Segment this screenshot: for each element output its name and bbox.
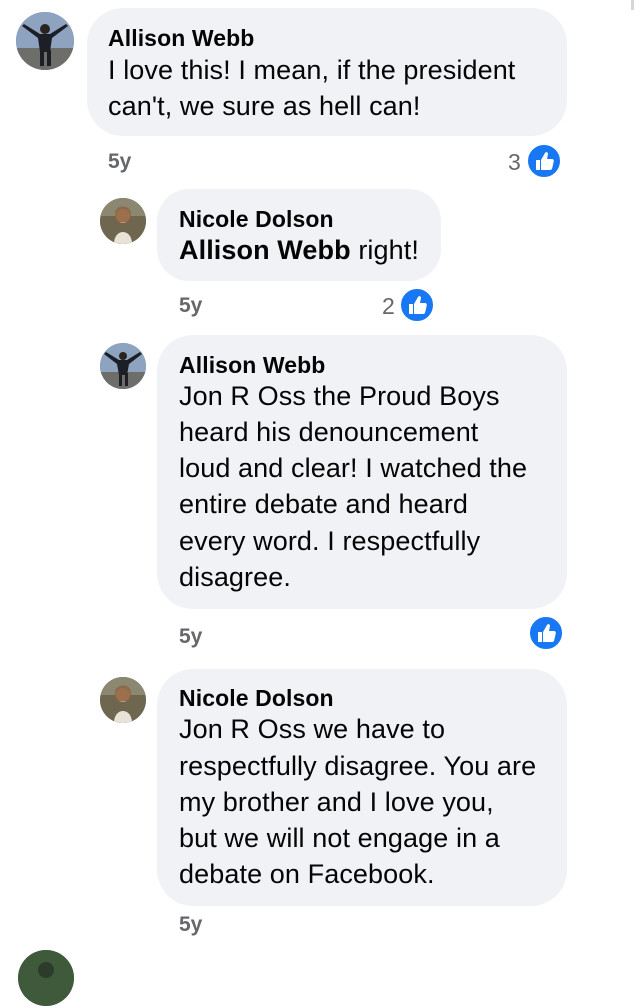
- comment-author[interactable]: Nicole Dolson: [179, 685, 334, 712]
- mention-link[interactable]: Allison Webb: [179, 235, 351, 265]
- comment-text-line: Jon R Oss the Proud Boys: [179, 381, 500, 411]
- comment-timestamp[interactable]: 5y: [108, 150, 131, 174]
- avatar[interactable]: [16, 12, 74, 70]
- reaction-count[interactable]: 2: [382, 293, 395, 320]
- comment-text-line: my brother and I love you,: [179, 787, 494, 817]
- avatar[interactable]: [100, 198, 146, 244]
- comment-timestamp[interactable]: 5y: [179, 913, 202, 937]
- reaction-count[interactable]: 3: [508, 149, 521, 176]
- comment-text-line: heard his denouncement: [179, 417, 479, 447]
- comment-author[interactable]: Nicole Dolson: [179, 206, 334, 233]
- comment-text-line: Jon R Oss we have to: [179, 714, 446, 744]
- comment-text-line: I love this! I mean, if the president: [108, 55, 516, 85]
- comment-text-line: but we will not engage in a: [179, 823, 500, 853]
- comment-text-line: loud and clear! I watched the: [179, 453, 528, 483]
- like-icon[interactable]: [526, 143, 562, 179]
- profile-photo-icon: [100, 677, 146, 723]
- comment-text-line: every word. I respectfully: [179, 526, 481, 556]
- avatar[interactable]: [18, 950, 74, 1006]
- profile-photo-icon: [16, 12, 74, 70]
- comment-text-line: respectfully disagree. You are: [179, 751, 537, 781]
- avatar[interactable]: [100, 343, 146, 389]
- like-icon[interactable]: [528, 615, 564, 651]
- comment-text-line: can't, we sure as hell can!: [108, 91, 421, 121]
- comment-text-line: debate on Facebook.: [179, 859, 435, 889]
- comment-text-line: entire debate and heard: [179, 489, 469, 519]
- comment-timestamp[interactable]: 5y: [179, 294, 202, 318]
- profile-photo-icon: [100, 198, 146, 244]
- comment-author[interactable]: Allison Webb: [108, 25, 254, 52]
- comment-text: right!: [350, 235, 419, 265]
- profile-photo-icon: [18, 950, 74, 1006]
- comment-timestamp[interactable]: 5y: [179, 625, 202, 649]
- comment-author[interactable]: Allison Webb: [179, 352, 325, 379]
- comment-text-line: Allison Webb right!: [179, 232, 419, 269]
- comment-text-line: disagree.: [179, 562, 291, 592]
- profile-photo-icon: [100, 343, 146, 389]
- avatar[interactable]: [100, 677, 146, 723]
- like-icon[interactable]: [399, 287, 435, 323]
